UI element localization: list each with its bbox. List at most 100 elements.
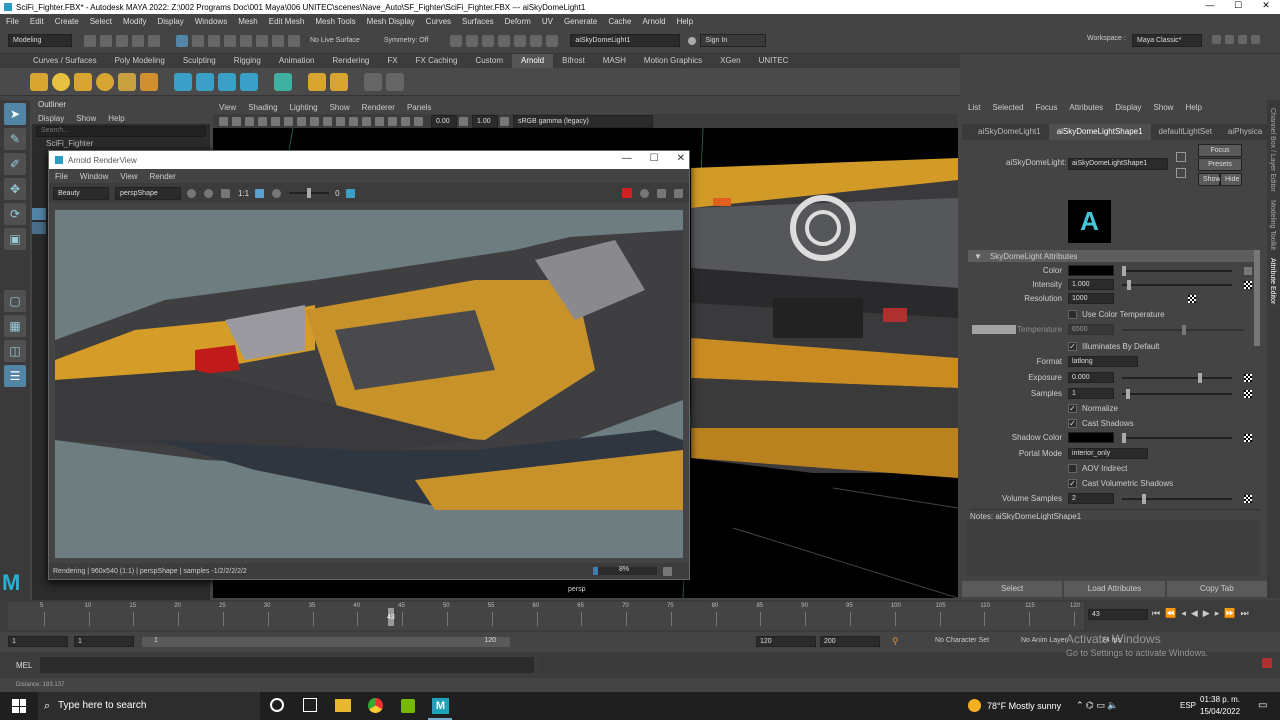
side-tab-attribute-editor[interactable]: Attribute Editor <box>1269 258 1276 304</box>
shelf-tab-fx-caching[interactable]: FX Caching <box>407 54 467 68</box>
range-bar[interactable]: 1 120 <box>142 637 510 647</box>
xray-components-icon[interactable] <box>414 116 423 126</box>
menu-cache[interactable]: Cache <box>608 17 631 26</box>
clock-date[interactable]: 15/04/2022 <box>1200 707 1240 716</box>
nvidia-icon[interactable] <box>401 699 415 713</box>
attr-volume-samples-map-icon[interactable] <box>1244 494 1252 503</box>
attr-cast-volumetric-checkbox[interactable]: ✓ <box>1068 479 1077 488</box>
menu-edit[interactable]: Edit <box>30 17 44 26</box>
shelf-tab-unitec[interactable]: UNITEC <box>750 54 798 68</box>
attr-temperature-field[interactable]: 6500 <box>1068 324 1114 335</box>
step-forward-key-icon[interactable]: ⏩ <box>1224 608 1235 619</box>
anim-layer-label[interactable]: No Anim Layer <box>1021 637 1067 644</box>
attr-portal-mode-select[interactable]: interior_only <box>1068 448 1148 459</box>
ratio-label[interactable]: 1:1 <box>238 189 249 198</box>
shelf-tab-rigging[interactable]: Rigging <box>225 54 270 68</box>
viewport-menu-show[interactable]: Show <box>330 103 350 112</box>
attr-volume-samples-slider[interactable] <box>1122 493 1232 504</box>
playback-end-field[interactable]: 120 <box>756 636 816 647</box>
side-tab-channel-box[interactable]: Channel Box / Layer Editor <box>1269 108 1276 192</box>
rotate-tool-icon[interactable]: ⟳ <box>4 203 26 225</box>
attr-menu-focus[interactable]: Focus <box>1036 103 1058 112</box>
chrome-icon[interactable] <box>368 698 383 713</box>
notes-textarea[interactable] <box>966 520 1260 576</box>
command-language-label[interactable]: MEL <box>16 661 32 670</box>
step-back-key-icon[interactable]: ⏪ <box>1165 608 1176 619</box>
viewport-gamma-field[interactable]: 1.00 <box>472 114 498 128</box>
grid-icon[interactable] <box>258 116 267 126</box>
tray-icons[interactable]: ⌃ ⌬ ▭ 🔈 <box>1076 700 1119 711</box>
time-ticks[interactable]: 5 10 15 20 25 30 35 40 45 50 55 60 65 70 75 80 85 90 95 100… <box>8 602 1084 630</box>
select-by-object-icon[interactable] <box>192 34 204 47</box>
taskbar-search-input[interactable]: Type here to search <box>38 692 260 720</box>
renderview-menu-render[interactable]: Render <box>150 172 176 181</box>
textured-icon[interactable] <box>297 116 306 126</box>
ipr-icon[interactable] <box>330 72 348 91</box>
attr-color-swatch[interactable] <box>1068 265 1114 276</box>
shelf-tab-poly-modeling[interactable]: Poly Modeling <box>106 54 174 68</box>
load-attributes-button[interactable]: Load Attributes <box>1064 581 1165 597</box>
attr-color-slider[interactable] <box>1122 265 1232 276</box>
camera-icon[interactable] <box>219 116 228 126</box>
camera-select[interactable]: perspShape <box>115 186 181 200</box>
save-scene-icon[interactable] <box>116 34 128 47</box>
select-by-component-icon[interactable] <box>208 34 220 47</box>
lights-icon[interactable] <box>310 116 319 126</box>
paint-select-icon[interactable]: ✐ <box>4 153 26 175</box>
auto-key-icon[interactable]: ⚲ <box>892 636 899 647</box>
go-to-start-icon[interactable]: ⏮ <box>1152 608 1160 619</box>
image-plane-icon[interactable] <box>245 116 254 126</box>
curve-collector-icon[interactable] <box>218 72 236 91</box>
menu-generate[interactable]: Generate <box>564 17 597 26</box>
maximize-button[interactable]: ☐ <box>1224 0 1252 11</box>
attr-color-map-icon[interactable] <box>1244 266 1252 275</box>
shelf-tab-xgen[interactable]: XGen <box>711 54 749 68</box>
move-tool-icon[interactable]: ✥ <box>4 178 26 200</box>
task-view-icon[interactable] <box>303 698 317 712</box>
outliner-search-input[interactable]: Search... <box>36 126 206 137</box>
snap-curve-icon[interactable] <box>240 34 252 47</box>
attr-intensity-map-icon[interactable] <box>1244 280 1252 289</box>
attr-shadow-color-slider[interactable] <box>1122 432 1232 443</box>
notification-icon[interactable]: ▭ <box>1258 700 1267 711</box>
ambient-occlusion-icon[interactable] <box>336 116 345 126</box>
render-icon[interactable] <box>657 188 666 198</box>
arnold-renderview-icon[interactable] <box>514 34 527 47</box>
attr-tab-defaultlightset[interactable]: defaultLightSet <box>1151 124 1220 140</box>
attr-exposure-field[interactable]: 0.000 <box>1068 372 1114 383</box>
viewport-exposure-field[interactable]: 0.00 <box>431 114 457 128</box>
side-tab-modeling-toolkit[interactable]: Modeling Toolkit <box>1269 200 1276 250</box>
animation-end-field[interactable]: 200 <box>820 636 880 647</box>
display-settings-icon[interactable] <box>187 188 196 198</box>
renderview-minimize-button[interactable]: — <box>622 153 632 164</box>
stop-render-icon[interactable] <box>622 188 632 198</box>
snap-point-icon[interactable] <box>256 34 268 47</box>
attr-exposure-map-icon[interactable] <box>1244 373 1252 382</box>
scale-tool-icon[interactable]: ▣ <box>4 228 26 250</box>
viewport-menu-panels[interactable]: Panels <box>407 103 431 112</box>
menu-mesh-display[interactable]: Mesh Display <box>367 17 415 26</box>
copy-tab-button[interactable]: Copy Tab <box>1166 581 1267 597</box>
crop-region-icon[interactable] <box>255 188 265 198</box>
cortana-icon[interactable] <box>270 698 284 712</box>
go-to-end-icon[interactable]: ⏭ <box>1240 608 1248 619</box>
mesh-light-icon[interactable] <box>52 72 70 91</box>
shelf-tab-mash[interactable]: MASH <box>594 54 635 68</box>
tool-settings-icon[interactable] <box>1251 35 1260 44</box>
refresh-icon[interactable] <box>221 188 230 198</box>
playblast-icon[interactable] <box>386 72 404 91</box>
flush-cache-icon[interactable] <box>274 72 292 91</box>
attr-samples-field[interactable]: 1 <box>1068 388 1114 399</box>
attr-cast-shadows-checkbox[interactable]: ✓ <box>1068 419 1077 428</box>
attr-menu-attributes[interactable]: Attributes <box>1069 103 1103 112</box>
node-focus-icon[interactable] <box>1176 152 1186 162</box>
renderview-settings-icon[interactable] <box>674 188 683 198</box>
shelf-tab-motion-graphics[interactable]: Motion Graphics <box>635 54 711 68</box>
menu-deform[interactable]: Deform <box>505 17 531 26</box>
attr-menu-selected[interactable]: Selected <box>992 103 1023 112</box>
render-view-icon[interactable] <box>308 72 326 91</box>
outliner-menu-show[interactable]: Show <box>76 114 96 123</box>
weather-text[interactable]: 78°F Mostly sunny <box>987 701 1061 711</box>
renderview-menu-view[interactable]: View <box>120 172 137 181</box>
isolate-select-icon[interactable] <box>375 116 384 126</box>
